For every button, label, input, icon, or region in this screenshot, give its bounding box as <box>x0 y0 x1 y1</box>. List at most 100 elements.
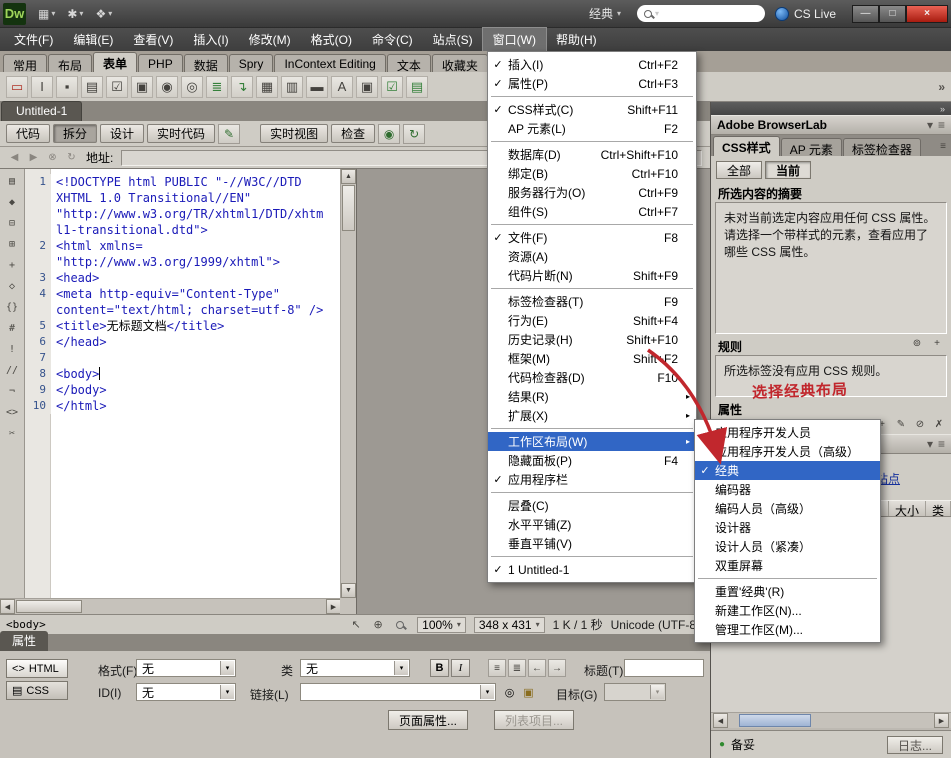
insert-category-tab[interactable]: 常用 <box>3 54 47 72</box>
recent-snippets-icon[interactable]: ✂ <box>4 425 21 441</box>
id-select[interactable]: 无▾ <box>136 683 236 701</box>
horizontal-scrollbar[interactable]: ◀ ▶ <box>0 598 341 614</box>
fieldset-icon[interactable]: ▣ <box>356 76 378 98</box>
menu-item[interactable]: 框架(M)Shift+F2 <box>488 349 696 368</box>
menu-item[interactable]: 服务器行为(O)Ctrl+F9 <box>488 183 696 202</box>
label-icon[interactable]: A <box>331 76 353 98</box>
checkbox-icon[interactable]: ☑ <box>106 76 128 98</box>
menubar-item[interactable]: 帮助(H) <box>546 28 607 51</box>
remove-comment-icon[interactable]: ¬ <box>4 383 21 399</box>
property-panel-tab[interactable]: 属性 <box>0 631 48 651</box>
column-header[interactable]: 类 <box>926 501 951 516</box>
restore-button[interactable]: □ <box>879 5 906 23</box>
file-field-icon[interactable]: ▥ <box>281 76 303 98</box>
menu-item[interactable]: 组件(S)Ctrl+F7 <box>488 202 696 221</box>
menu-item[interactable]: 标签检查器(T)F9 <box>488 292 696 311</box>
unordered-list-icon[interactable]: ≡ <box>488 659 506 677</box>
code-view[interactable]: 1<!DOCTYPE html PUBLIC "-//W3C//DTDXHTML… <box>25 174 340 414</box>
caret-down-icon[interactable]: ▾ <box>220 661 234 675</box>
wrap-tag-icon[interactable]: <> <box>4 404 21 420</box>
html-mode-button[interactable]: <> HTML <box>6 659 68 678</box>
menu-item[interactable]: ✓经典 <box>695 461 880 480</box>
scrollbar-thumb[interactable] <box>16 600 82 613</box>
menu-item[interactable]: 数据库(D)Ctrl+Shift+F10 <box>488 145 696 164</box>
menu-item[interactable]: 行为(E)Shift+F4 <box>488 311 696 330</box>
scroll-down-icon[interactable]: ▼ <box>341 583 356 598</box>
css-mode-button[interactable]: 当前 <box>765 161 811 179</box>
zoom-level-select[interactable]: 100%▾ <box>417 617 466 633</box>
menu-item[interactable]: 编码人员（高级） <box>695 499 880 518</box>
view-mode-button[interactable]: 实时视图 <box>260 124 328 143</box>
menu-item[interactable]: 隐藏面板(P)F4 <box>488 451 696 470</box>
menubar-item[interactable]: 站点(S) <box>423 28 483 51</box>
window-size-select[interactable]: 348 x 431▾ <box>474 617 545 633</box>
scrollbar-thumb[interactable] <box>739 714 811 727</box>
menu-item[interactable]: 代码片断(N)Shift+F9 <box>488 266 696 285</box>
checkbox-group-icon[interactable]: ▣ <box>131 76 153 98</box>
vertical-scrollbar[interactable]: ▲ ▼ <box>340 169 356 598</box>
scroll-right-icon[interactable]: ▶ <box>326 599 341 614</box>
title-input[interactable] <box>624 659 704 677</box>
caret-down-icon[interactable]: ▾ <box>927 437 933 451</box>
menu-item[interactable]: ✓1 Untitled-1 <box>488 560 696 579</box>
insert-category-tab[interactable]: 表单 <box>93 52 137 72</box>
stop-icon[interactable]: ⊗ <box>44 150 61 166</box>
zoom-tool-icon[interactable] <box>391 617 409 633</box>
highlight-invalid-code-icon[interactable]: ! <box>4 341 21 357</box>
expand-all-icon[interactable]: + <box>4 257 21 273</box>
menu-item[interactable]: ✓应用程序栏 <box>488 470 696 489</box>
panel-menu-icon[interactable]: ≡ <box>940 141 951 156</box>
list-item-button[interactable]: 列表项目... <box>494 710 574 730</box>
insert-category-tab[interactable]: 布局 <box>48 54 92 72</box>
list-menu-icon[interactable]: ≣ <box>206 76 228 98</box>
balance-braces-icon[interactable]: {} <box>4 299 21 315</box>
menu-item[interactable]: 应用程序开发人员（高级） <box>695 442 880 461</box>
collapse-selection-icon[interactable]: ⊞ <box>4 236 21 252</box>
radio-group-icon[interactable]: ◎ <box>181 76 203 98</box>
button-icon[interactable]: ▬ <box>306 76 328 98</box>
insert-category-tab[interactable]: 数据 <box>184 54 228 72</box>
insert-category-tab[interactable]: PHP <box>138 54 183 72</box>
live-code-annotate-icon[interactable]: ✎ <box>218 124 240 144</box>
indent-icon[interactable]: → <box>548 659 566 677</box>
menu-item[interactable]: 新建工作区(N)... <box>695 601 880 620</box>
menubar-item[interactable]: 窗口(W) <box>483 28 546 51</box>
menu-item[interactable]: ✓属性(P)Ctrl+F3 <box>488 74 696 93</box>
menu-item[interactable]: 编码器 <box>695 480 880 499</box>
document-tab[interactable]: Untitled-1 <box>1 101 82 121</box>
menu-item[interactable]: ✓插入(I)Ctrl+F2 <box>488 55 696 74</box>
panel-tab[interactable]: CSS样式 <box>713 136 780 156</box>
code-editor[interactable]: ▤◆⊟⊞+◇{}#!//¬<>✂ 1<!DOCTYPE html PUBLIC … <box>0 169 357 614</box>
delete-css-rule-icon[interactable]: ✗ <box>931 417 947 432</box>
close-button[interactable]: × <box>906 5 948 23</box>
select-parent-tag-icon[interactable]: ◇ <box>4 278 21 294</box>
browse-folder-icon[interactable]: ▣ <box>519 683 538 701</box>
layout-switcher-icon[interactable]: ▦▾ <box>32 5 61 23</box>
panel-menu-icon[interactable]: ≡ <box>938 118 945 132</box>
insert-category-tab[interactable]: 文本 <box>387 54 431 72</box>
bold-button[interactable]: B <box>430 659 449 677</box>
menu-item[interactable]: 双重屏幕 <box>695 556 880 575</box>
edit-style-icon[interactable]: ✎ <box>893 417 909 432</box>
view-mode-button[interactable]: 设计 <box>100 124 144 143</box>
menu-item[interactable]: ✓CSS样式(C)Shift+F11 <box>488 100 696 119</box>
css-mode-button[interactable]: ▤ CSS <box>6 681 68 700</box>
image-field-icon[interactable]: ▦ <box>256 76 278 98</box>
back-icon[interactable]: ◀ <box>6 150 23 166</box>
menu-item[interactable]: 绑定(B)Ctrl+F10 <box>488 164 696 183</box>
scroll-right-icon[interactable]: ▶ <box>934 713 949 728</box>
log-button[interactable]: 日志... <box>887 736 943 754</box>
scroll-up-icon[interactable]: ▲ <box>341 169 356 184</box>
view-mode-button[interactable]: 代码 <box>6 124 50 143</box>
view-mode-button[interactable]: 检查 <box>331 124 375 143</box>
files-horizontal-scrollbar[interactable]: ◀ ▶ <box>711 712 951 728</box>
radio-button-icon[interactable]: ◉ <box>156 76 178 98</box>
point-to-file-icon[interactable]: ◎ <box>500 683 519 701</box>
textarea-icon[interactable]: ▤ <box>81 76 103 98</box>
collapse-to-icons-icon[interactable]: » <box>940 104 945 114</box>
menu-item[interactable]: 历史记录(H)Shift+F10 <box>488 330 696 349</box>
menu-item[interactable]: 扩展(X)▸ <box>488 406 696 425</box>
menu-item[interactable]: ✓文件(F)F8 <box>488 228 696 247</box>
apply-comment-icon[interactable]: // <box>4 362 21 378</box>
insert-category-tab[interactable]: InContext Editing <box>274 54 385 72</box>
